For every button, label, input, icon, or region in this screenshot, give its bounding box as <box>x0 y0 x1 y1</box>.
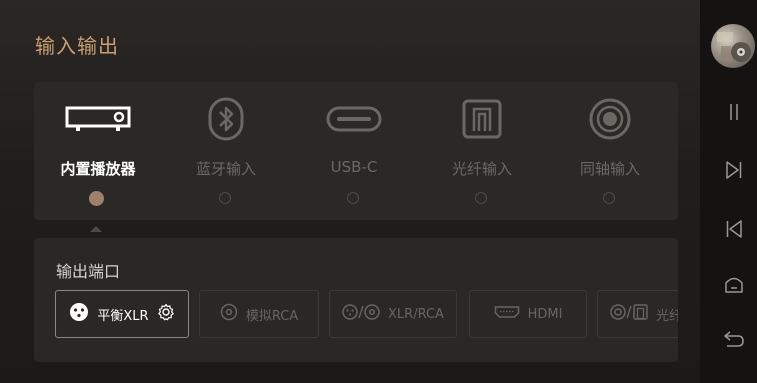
input-source-panel: 内置播放器 蓝牙输入 USB-C 光纤输入 同轴输入 <box>34 82 678 220</box>
source-coaxial[interactable]: 同轴输入 <box>546 82 674 220</box>
port-label: 模拟RCA <box>245 308 299 324</box>
output-port-list: 平衡XLR 模拟RCA XLR/RCA HDMI 光纤 <box>55 290 678 340</box>
source-built-in-player[interactable]: 内置播放器 <box>34 82 162 220</box>
previous-icon <box>725 219 743 243</box>
source-label: USB-C <box>330 158 378 176</box>
port-label: 平衡XLR <box>97 308 149 324</box>
rca-icon <box>220 303 238 325</box>
bluetooth-icon <box>162 96 290 142</box>
next-track-button[interactable] <box>718 156 750 188</box>
port-label: XLR/RCA <box>388 306 444 322</box>
home-button[interactable] <box>718 270 750 302</box>
source-bluetooth[interactable]: 蓝牙输入 <box>162 82 290 220</box>
port-label: 光纤 <box>656 308 678 324</box>
source-radio[interactable] <box>475 192 487 204</box>
gear-icon[interactable] <box>157 303 175 325</box>
source-radio[interactable] <box>347 192 359 204</box>
usb-c-icon <box>290 96 418 142</box>
next-icon <box>725 160 743 184</box>
port-hdmi[interactable]: HDMI <box>469 290 587 338</box>
port-optical-coaxial[interactable]: 光纤 <box>597 290 678 338</box>
port-label: HDMI <box>527 306 563 322</box>
page-title: 输入输出 <box>35 34 119 58</box>
home-icon <box>724 274 744 298</box>
coaxial-icon <box>546 96 674 142</box>
source-optical[interactable]: 光纤输入 <box>418 82 546 220</box>
album-art-avatar[interactable] <box>711 24 755 68</box>
pause-icon <box>726 103 742 125</box>
source-radio[interactable] <box>219 192 231 204</box>
pause-button[interactable] <box>718 98 750 130</box>
source-radio[interactable] <box>603 192 615 204</box>
selection-caret <box>90 226 102 232</box>
source-label: 同轴输入 <box>579 160 640 178</box>
port-balanced-xlr[interactable]: 平衡XLR <box>55 290 189 338</box>
source-label: 光纤输入 <box>451 160 512 178</box>
optical-coaxial-icon <box>610 303 648 325</box>
xlr-rca-icon <box>342 303 380 325</box>
hdmi-icon <box>494 305 520 323</box>
source-usb-c[interactable]: USB-C <box>290 82 418 220</box>
source-label: 蓝牙输入 <box>195 160 256 178</box>
output-port-panel: 输出端口 平衡XLR 模拟RCA XLR/RCA HDMI 光纤 <box>34 238 678 362</box>
xlr-icon <box>69 302 89 326</box>
source-radio[interactable] <box>89 191 104 206</box>
optical-icon <box>418 96 546 142</box>
output-section-title: 输出端口 <box>56 262 121 281</box>
previous-track-button[interactable] <box>718 215 750 247</box>
built-in-player-icon <box>34 96 162 142</box>
back-icon <box>723 330 745 352</box>
back-button[interactable] <box>718 325 750 357</box>
port-xlr-rca[interactable]: XLR/RCA <box>329 290 457 338</box>
port-analog-rca[interactable]: 模拟RCA <box>199 290 319 338</box>
source-label: 内置播放器 <box>60 160 136 178</box>
